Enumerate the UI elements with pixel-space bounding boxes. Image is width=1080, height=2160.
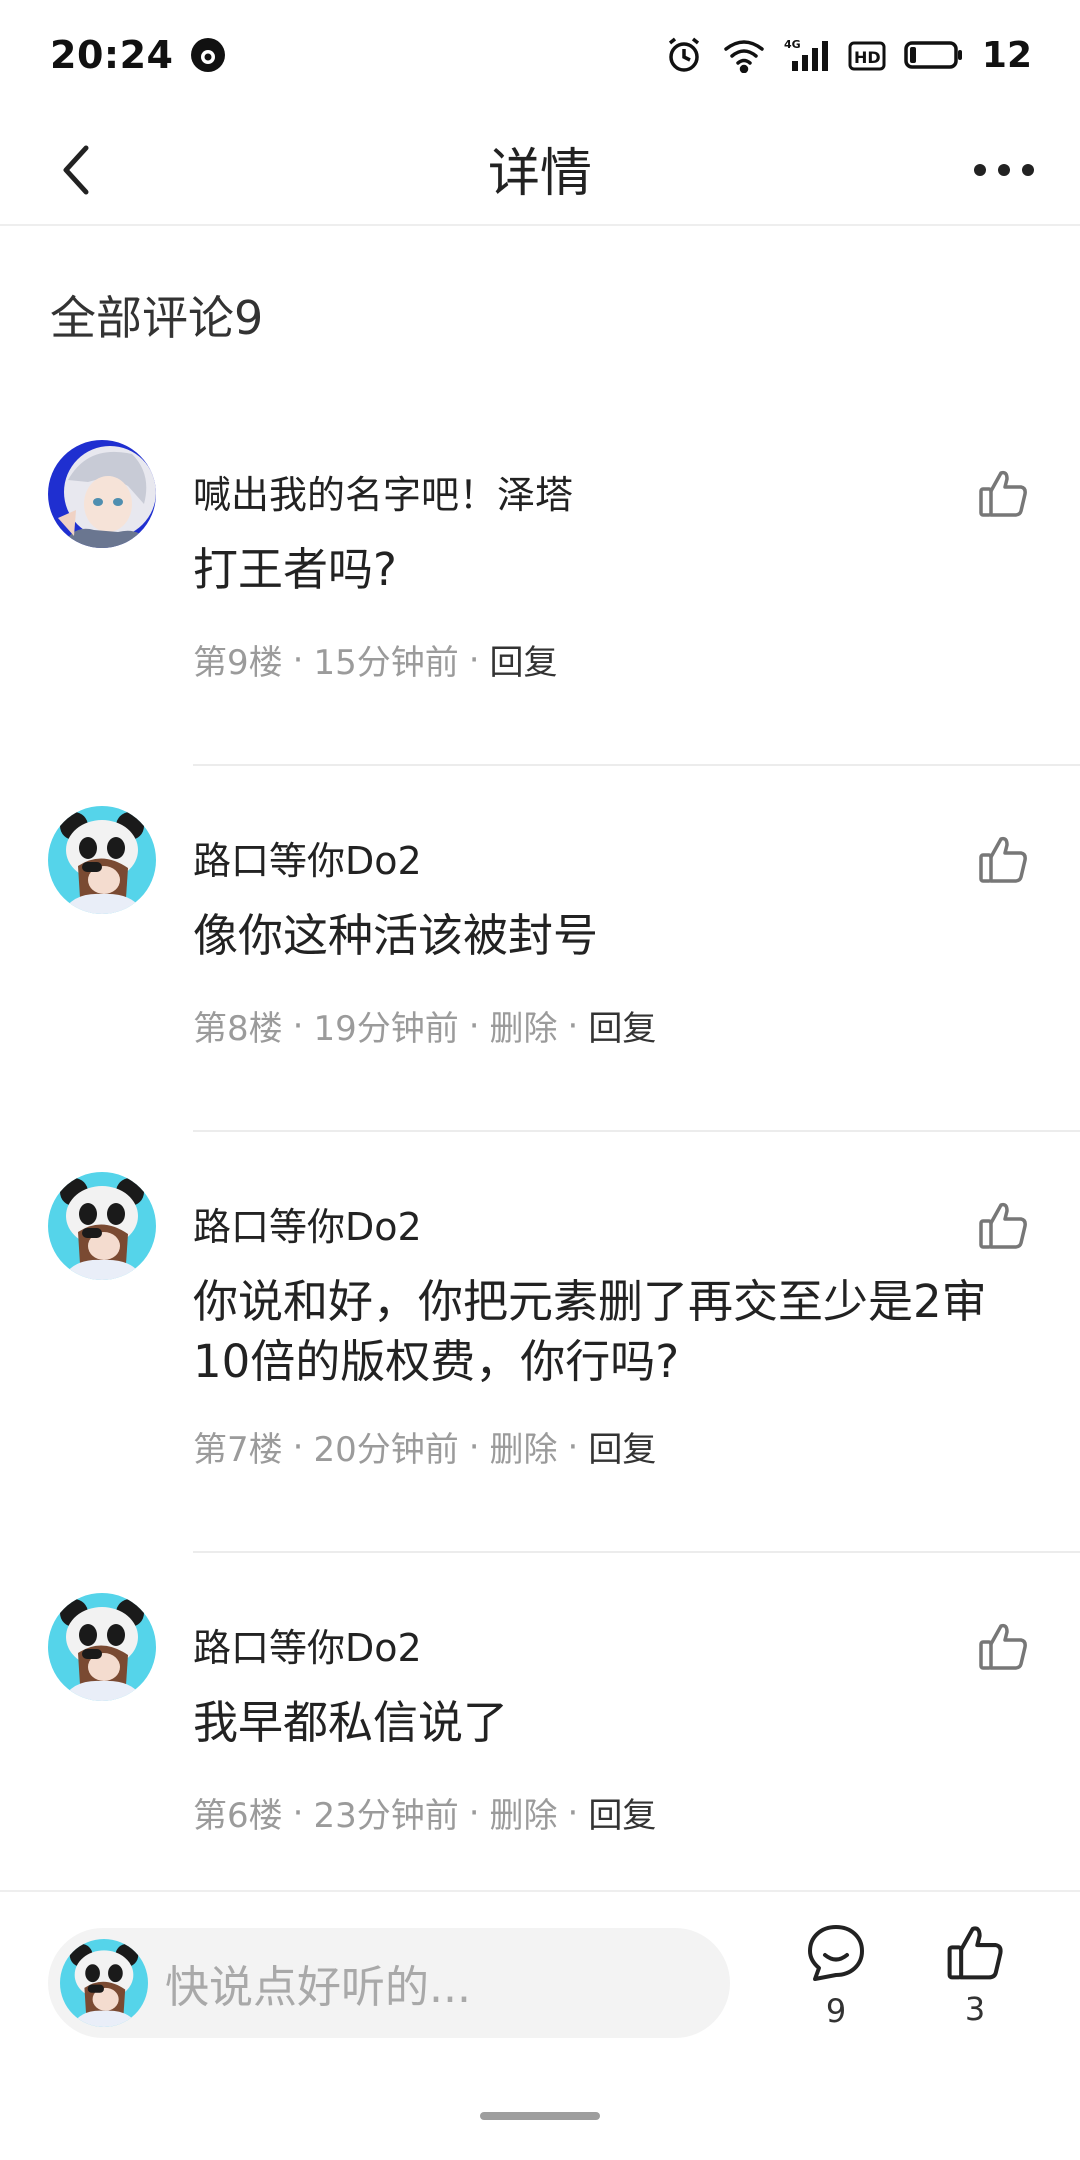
comment-content: 像你这种活该被封号 [193,909,599,962]
comment-content: 你说和好，你把元素删了再交至少是2审10倍的版权费，你行吗? [193,1275,987,1388]
comments-button[interactable]: 9 [781,1922,891,2030]
comment-time: 23分钟前 [313,1796,459,1836]
bottom-comment-bar: 快说点好听的... 9 3 [0,1890,1080,2160]
comment-item: 路口等你Do2 像你这种活该被封号 第8楼 · 19分钟前 · 删除 · 回复 [0,766,1080,1132]
more-button[interactable] [964,130,1044,210]
separator-dot: · [292,1005,304,1046]
separator-dot: · [567,1426,579,1467]
status-bar-right: 4G HD 12 [664,35,1032,76]
separator-dot: · [292,1426,304,1467]
wifi-icon [722,37,766,73]
battery-level: 12 [981,34,1032,76]
avatar[interactable] [48,1593,156,1701]
comment-list: 喊出我的名字吧！泽塔 打王者吗? 第9楼 · 15分钟前 · 回复 路口等你Do… [0,400,1080,1919]
reply-button[interactable]: 回复 [588,1001,656,1050]
comment-time: 20分钟前 [313,1430,459,1470]
comment-meta: 第7楼 · 20分钟前 · 删除 · 回复 [193,1422,656,1471]
comment-time: 19分钟前 [313,1009,459,1049]
svg-text:HD: HD [854,48,881,67]
delete-button[interactable]: 删除 [490,1001,558,1050]
thumbs-up-icon [979,1623,1027,1670]
thumbs-up-icon [979,836,1027,883]
separator-dot: · [468,1792,480,1833]
comment-author[interactable]: 路口等你Do2 [193,1196,422,1251]
comment-author[interactable]: 路口等你Do2 [193,830,422,885]
comment-input[interactable]: 快说点好听的... [48,1928,730,2038]
thumbs-up-icon [947,1926,1003,1980]
separator-dot: · [468,1426,480,1467]
comment-content: 打王者吗? [193,543,397,596]
separator-dot: · [292,1792,304,1833]
svg-text:4G: 4G [784,38,801,51]
comment-floor: 第6楼 [193,1796,283,1836]
comment-time: 15分钟前 [313,643,459,683]
notification-app-icon [189,36,227,74]
comment-bubble-icon [808,1925,864,1981]
status-bar: 20:24 4G HD 12 [0,0,1080,110]
separator-dot: · [468,1005,480,1046]
comment-meta: 第6楼 · 23分钟前 · 删除 · 回复 [193,1788,656,1837]
comment-like-button[interactable] [968,1611,1038,1681]
thumbs-up-icon [979,470,1027,517]
chevron-left-icon [63,145,89,195]
all-comments-heading: 全部评论9 [50,291,264,345]
comment-meta: 第9楼 · 15分钟前 · 回复 [193,635,558,684]
separator-dot: · [567,1792,579,1833]
comment-like-button[interactable] [968,1190,1038,1260]
avatar [60,1939,148,2027]
like-button[interactable]: 3 [920,1922,1030,2028]
back-button[interactable] [36,130,116,210]
more-horizontal-icon [974,164,1034,176]
comment-item: 路口等你Do2 你说和好，你把元素删了再交至少是2审10倍的版权费，你行吗? 第… [0,1132,1080,1553]
reply-button[interactable]: 回复 [490,635,558,684]
thumbs-up-icon [979,1202,1027,1249]
avatar[interactable] [48,440,156,548]
separator-dot: · [292,639,304,680]
avatar[interactable] [48,806,156,914]
top-navigation-bar: 详情 [0,110,1080,226]
status-bar-left: 20:24 [50,33,227,77]
delete-button[interactable]: 删除 [490,1422,558,1471]
separator-dot: · [468,639,480,680]
comment-input-placeholder: 快说点好听的... [165,1962,471,2013]
signal-4g-icon: 4G [784,37,830,73]
status-time: 20:24 [50,33,174,77]
hd-icon: HD [848,37,886,73]
comment-author[interactable]: 路口等你Do2 [193,1617,422,1672]
reply-button[interactable]: 回复 [588,1422,656,1471]
comment-count: 9 [825,1992,847,2030]
comment-item: 喊出我的名字吧！泽塔 打王者吗? 第9楼 · 15分钟前 · 回复 [0,400,1080,766]
comment-detail-screen: 20:24 4G HD 12 详情 全部评论9 喊出我的名字吧！泽塔 打王者吗?… [0,0,1080,2160]
comment-floor: 第8楼 [193,1009,283,1049]
like-count: 3 [964,1990,986,2028]
delete-button[interactable]: 删除 [490,1788,558,1837]
comment-like-button[interactable] [968,824,1038,894]
comment-author[interactable]: 喊出我的名字吧！泽塔 [193,464,573,519]
alarm-icon [664,35,704,75]
separator-dot: · [567,1005,579,1046]
comment-like-button[interactable] [968,458,1038,528]
battery-icon [904,39,964,71]
comment-meta: 第8楼 · 19分钟前 · 删除 · 回复 [193,1001,656,1050]
comment-floor: 第7楼 [193,1430,283,1470]
page-title: 详情 [487,143,592,204]
avatar[interactable] [48,1172,156,1280]
home-indicator[interactable] [480,2112,600,2120]
reply-button[interactable]: 回复 [588,1788,656,1837]
comment-floor: 第9楼 [193,643,283,683]
comment-content: 我早都私信说了 [193,1696,509,1749]
comment-item: 路口等你Do2 我早都私信说了 第6楼 · 23分钟前 · 删除 · 回复 [0,1553,1080,1919]
